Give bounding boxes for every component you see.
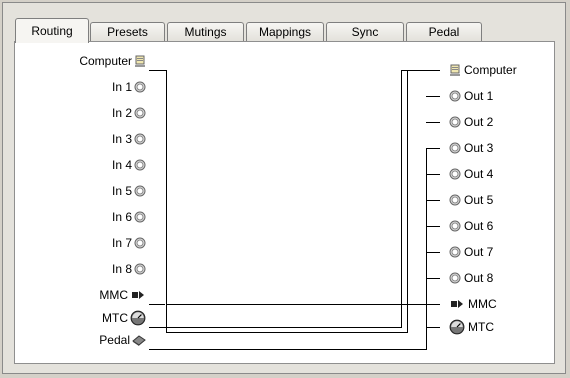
din-midi-icon [449, 142, 461, 154]
din-midi-icon [134, 159, 146, 171]
output-label: Out 7 [464, 245, 494, 259]
din-midi-icon [449, 246, 461, 258]
din-midi-icon [449, 272, 461, 284]
input-label: In 4 [111, 158, 132, 172]
route-computer-to-mmc [165, 70, 426, 305]
output-out3[interactable]: Out 3 [449, 140, 493, 156]
input-label: Computer [79, 54, 132, 68]
output-label: Out 2 [464, 115, 494, 129]
input-label: In 2 [111, 106, 132, 120]
output-label: MTC [468, 320, 494, 334]
tab-mutings[interactable]: Mutings [167, 22, 244, 42]
output-label: Out 6 [464, 219, 494, 233]
output-out6[interactable]: Out 6 [449, 218, 493, 234]
output-out1[interactable]: Out 1 [449, 88, 493, 104]
din-midi-icon [134, 81, 146, 93]
input-label: In 3 [111, 132, 132, 146]
clock-gauge-icon [449, 319, 465, 335]
routing-panel: Computer In 1 In 2 In 3 In 4 In 5 In 6 I… [14, 41, 555, 364]
output-out2[interactable]: Out 2 [449, 114, 493, 130]
input-label: In 8 [111, 262, 132, 276]
output-label: Out 3 [464, 141, 494, 155]
din-midi-icon [449, 220, 461, 232]
din-midi-icon [449, 194, 461, 206]
input-in5[interactable]: In 5 [112, 183, 146, 199]
output-label: Out 8 [464, 271, 494, 285]
input-label: In 7 [111, 236, 132, 250]
output-mtc[interactable]: MTC [449, 319, 494, 335]
input-in1[interactable]: In 1 [112, 79, 146, 95]
input-mmc[interactable]: MMC [99, 287, 146, 303]
din-midi-icon [134, 107, 146, 119]
output-out5[interactable]: Out 5 [449, 192, 493, 208]
din-midi-icon [449, 116, 461, 128]
pedal-icon [132, 335, 146, 346]
input-in7[interactable]: In 7 [112, 235, 146, 251]
din-midi-icon [134, 211, 146, 223]
input-label: MMC [99, 288, 128, 302]
output-computer[interactable]: Computer [449, 62, 517, 78]
din-midi-icon [449, 168, 461, 180]
clock-gauge-icon [130, 310, 146, 326]
input-computer[interactable]: Computer [79, 53, 146, 69]
computer-icon [450, 64, 460, 76]
input-label: Pedal [99, 333, 130, 347]
din-midi-icon [134, 237, 146, 249]
din-midi-icon [134, 185, 146, 197]
output-label: Out 4 [464, 167, 494, 181]
stop-play-icon [132, 291, 144, 299]
input-in3[interactable]: In 3 [112, 131, 146, 147]
input-in2[interactable]: In 2 [112, 105, 146, 121]
output-label: Out 5 [464, 193, 494, 207]
output-label: Computer [464, 63, 517, 77]
input-label: In 5 [111, 184, 132, 198]
input-mtc[interactable]: MTC [102, 310, 146, 326]
route-pedal-to-out4 [165, 148, 427, 350]
output-out8[interactable]: Out 8 [449, 270, 493, 286]
input-in8[interactable]: In 8 [112, 261, 146, 277]
stop-play-icon [451, 300, 463, 308]
output-out4[interactable]: Out 4 [449, 166, 493, 182]
input-in6[interactable]: In 6 [112, 209, 146, 225]
input-pedal[interactable]: Pedal [99, 332, 146, 348]
tab-routing[interactable]: Routing [15, 18, 89, 43]
tab-presets[interactable]: Presets [90, 22, 165, 42]
output-out7[interactable]: Out 7 [449, 244, 493, 260]
tab-pedal[interactable]: Pedal [406, 22, 482, 42]
input-label: MTC [102, 311, 128, 325]
input-label: In 6 [111, 210, 132, 224]
input-in4[interactable]: In 4 [112, 157, 146, 173]
din-midi-icon [134, 263, 146, 275]
output-mmc[interactable]: MMC [449, 296, 497, 312]
input-label: In 1 [111, 80, 132, 94]
din-midi-icon [449, 90, 461, 102]
tab-mappings[interactable]: Mappings [246, 22, 324, 42]
tab-sync[interactable]: Sync [326, 22, 404, 42]
computer-icon [135, 55, 145, 67]
route-mtc-to-computer [165, 70, 426, 328]
output-label: Out 1 [464, 89, 494, 103]
output-label: MMC [468, 297, 497, 311]
din-midi-icon [134, 133, 146, 145]
